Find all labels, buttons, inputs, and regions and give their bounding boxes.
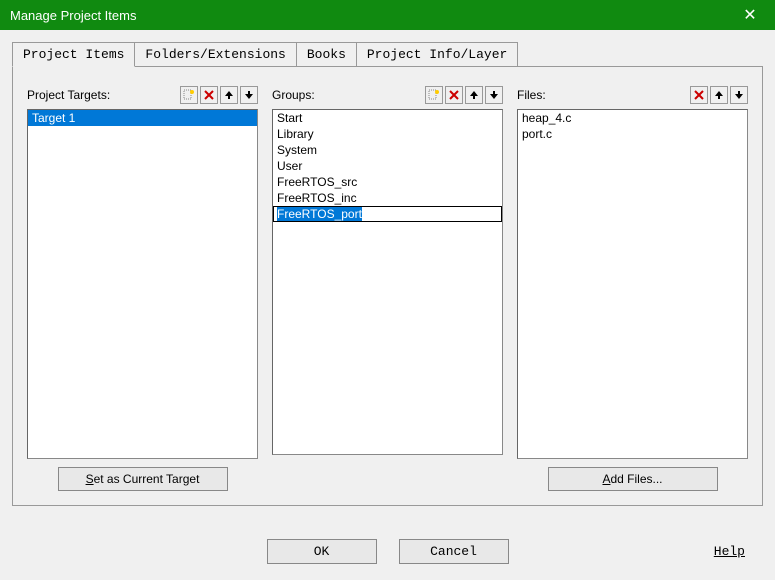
targets-header: Project Targets: xyxy=(27,85,258,105)
down-arrow-icon[interactable] xyxy=(485,86,503,104)
new-icon[interactable] xyxy=(180,86,198,104)
cancel-button[interactable]: Cancel xyxy=(399,539,509,564)
tab-folders-extensions[interactable]: Folders/Extensions xyxy=(134,42,296,66)
new-icon[interactable] xyxy=(425,86,443,104)
down-arrow-icon[interactable] xyxy=(240,86,258,104)
groups-header: Groups: xyxy=(272,85,503,105)
ok-button[interactable]: OK xyxy=(267,539,377,564)
targets-footer: Set as Current Target xyxy=(27,467,258,491)
column-files: Files: heap_4.c port.c Add Files... xyxy=(517,85,748,491)
list-item[interactable]: User xyxy=(273,158,502,174)
groups-toolbar xyxy=(425,86,503,104)
groups-listbox[interactable]: Start Library System User FreeRTOS_src F… xyxy=(272,109,503,455)
tab-project-items[interactable]: Project Items xyxy=(12,42,135,67)
groups-label: Groups: xyxy=(272,88,315,102)
column-targets: Project Targets: Target 1 Set as Current… xyxy=(27,85,258,491)
targets-toolbar xyxy=(180,86,258,104)
delete-icon[interactable] xyxy=(690,86,708,104)
up-arrow-icon[interactable] xyxy=(220,86,238,104)
column-groups: Groups: Start Library System User FreeRT… xyxy=(272,85,503,491)
files-toolbar xyxy=(690,86,748,104)
tab-project-info-layer[interactable]: Project Info/Layer xyxy=(356,42,518,66)
files-header: Files: xyxy=(517,85,748,105)
list-item[interactable]: Target 1 xyxy=(28,110,257,126)
set-current-target-button[interactable]: Set as Current Target xyxy=(58,467,228,491)
delete-icon[interactable] xyxy=(200,86,218,104)
list-item[interactable]: FreeRTOS_inc xyxy=(273,190,502,206)
list-item[interactable]: FreeRTOS_src xyxy=(273,174,502,190)
tab-content: Project Targets: Target 1 Set as Current… xyxy=(12,66,763,506)
down-arrow-icon[interactable] xyxy=(730,86,748,104)
list-item[interactable]: heap_4.c xyxy=(518,110,747,126)
help-link[interactable]: Help xyxy=(714,544,745,559)
targets-label: Project Targets: xyxy=(27,88,110,102)
targets-listbox[interactable]: Target 1 xyxy=(27,109,258,459)
tab-books[interactable]: Books xyxy=(296,42,357,66)
dialog-body: Project Items Folders/Extensions Books P… xyxy=(0,30,775,580)
tab-bar: Project Items Folders/Extensions Books P… xyxy=(12,42,763,66)
files-footer: Add Files... xyxy=(517,467,748,491)
add-files-button[interactable]: Add Files... xyxy=(548,467,718,491)
groups-footer xyxy=(272,463,503,491)
list-item[interactable]: Start xyxy=(273,110,502,126)
titlebar: Manage Project Items ✕ xyxy=(0,0,775,30)
up-arrow-icon[interactable] xyxy=(710,86,728,104)
list-item-editing[interactable]: FreeRTOS_port xyxy=(273,206,502,222)
delete-icon[interactable] xyxy=(445,86,463,104)
list-item[interactable]: port.c xyxy=(518,126,747,142)
columns-container: Project Targets: Target 1 Set as Current… xyxy=(27,85,748,491)
files-label: Files: xyxy=(517,88,546,102)
list-item[interactable]: Library xyxy=(273,126,502,142)
bottom-button-bar: OK Cancel Help xyxy=(0,539,775,564)
list-item[interactable]: System xyxy=(273,142,502,158)
close-icon[interactable]: ✕ xyxy=(735,5,765,25)
window-title: Manage Project Items xyxy=(10,8,136,23)
files-listbox[interactable]: heap_4.c port.c xyxy=(517,109,748,459)
up-arrow-icon[interactable] xyxy=(465,86,483,104)
